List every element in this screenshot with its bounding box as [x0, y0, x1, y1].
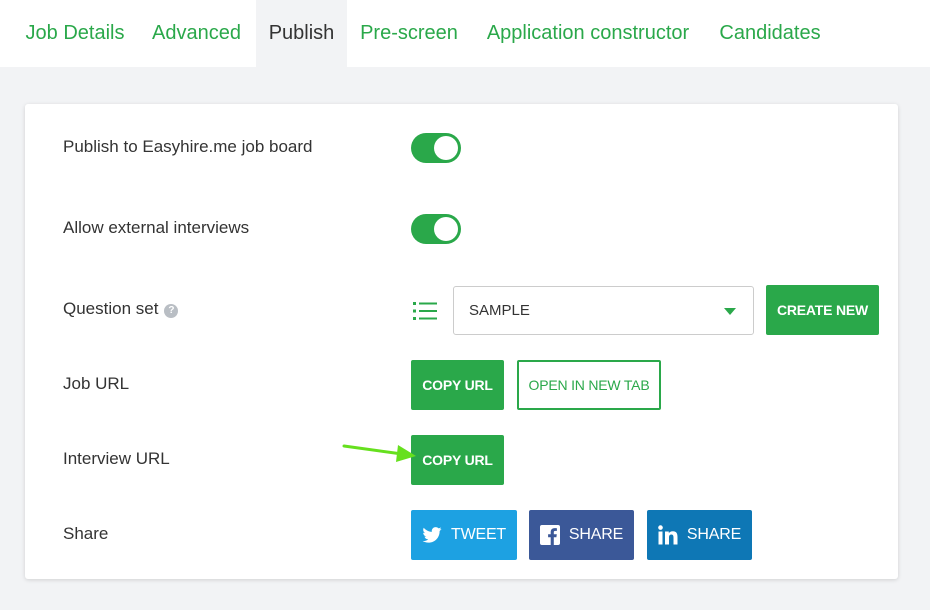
share-label: Share — [63, 524, 109, 543]
twitter-icon — [422, 527, 442, 543]
publish-job-board-toggle[interactable] — [411, 133, 461, 163]
publish-settings-card: Publish to Easyhire.me job board Allow e… — [25, 104, 898, 579]
external-interviews-label: Allow external interviews — [63, 218, 250, 237]
toggle-knob — [434, 217, 458, 241]
tab-bar: Job Details Advanced Publish Pre-screen … — [0, 0, 930, 67]
tab-advanced[interactable]: Advanced — [140, 0, 253, 67]
tab-candidates[interactable]: Candidates — [709, 0, 831, 67]
question-set-label: Question set? — [63, 299, 179, 319]
tab-job-details[interactable]: Job Details — [12, 0, 138, 67]
toggle-knob — [434, 136, 458, 160]
job-copy-url-button[interactable]: COPY URL — [411, 360, 504, 410]
job-url-label: Job URL — [63, 374, 130, 393]
publish-job-board-label: Publish to Easyhire.me job board — [63, 137, 313, 156]
interview-copy-url-button[interactable]: COPY URL — [411, 435, 504, 485]
list-icon[interactable] — [413, 301, 439, 321]
linkedin-share-label: SHARE — [686, 526, 742, 543]
tab-application-constructor[interactable]: Application constructor — [474, 0, 702, 67]
tab-pre-screen[interactable]: Pre-screen — [352, 0, 466, 67]
facebook-share-label: SHARE — [568, 526, 624, 543]
question-set-label-text: Question set — [63, 299, 159, 318]
linkedin-icon — [658, 525, 678, 545]
linkedin-share-button[interactable]: SHARE — [647, 510, 752, 560]
open-new-tab-button[interactable]: OPEN IN NEW TAB — [517, 360, 661, 410]
tweet-label: TWEET — [451, 526, 506, 543]
caret-down-icon — [724, 308, 736, 315]
question-set-select[interactable]: SAMPLE — [453, 286, 754, 335]
tab-publish[interactable]: Publish — [256, 0, 347, 67]
facebook-icon — [539, 525, 560, 545]
pointer-arrow-icon — [342, 444, 416, 462]
help-icon[interactable]: ? — [164, 304, 179, 318]
facebook-share-button[interactable]: SHARE — [529, 510, 634, 560]
interview-url-label: Interview URL — [63, 449, 170, 468]
create-new-button[interactable]: CREATE NEW — [766, 285, 879, 335]
question-set-value: SAMPLE — [469, 302, 530, 319]
tweet-button[interactable]: TWEET — [411, 510, 517, 560]
external-interviews-toggle[interactable] — [411, 214, 461, 244]
